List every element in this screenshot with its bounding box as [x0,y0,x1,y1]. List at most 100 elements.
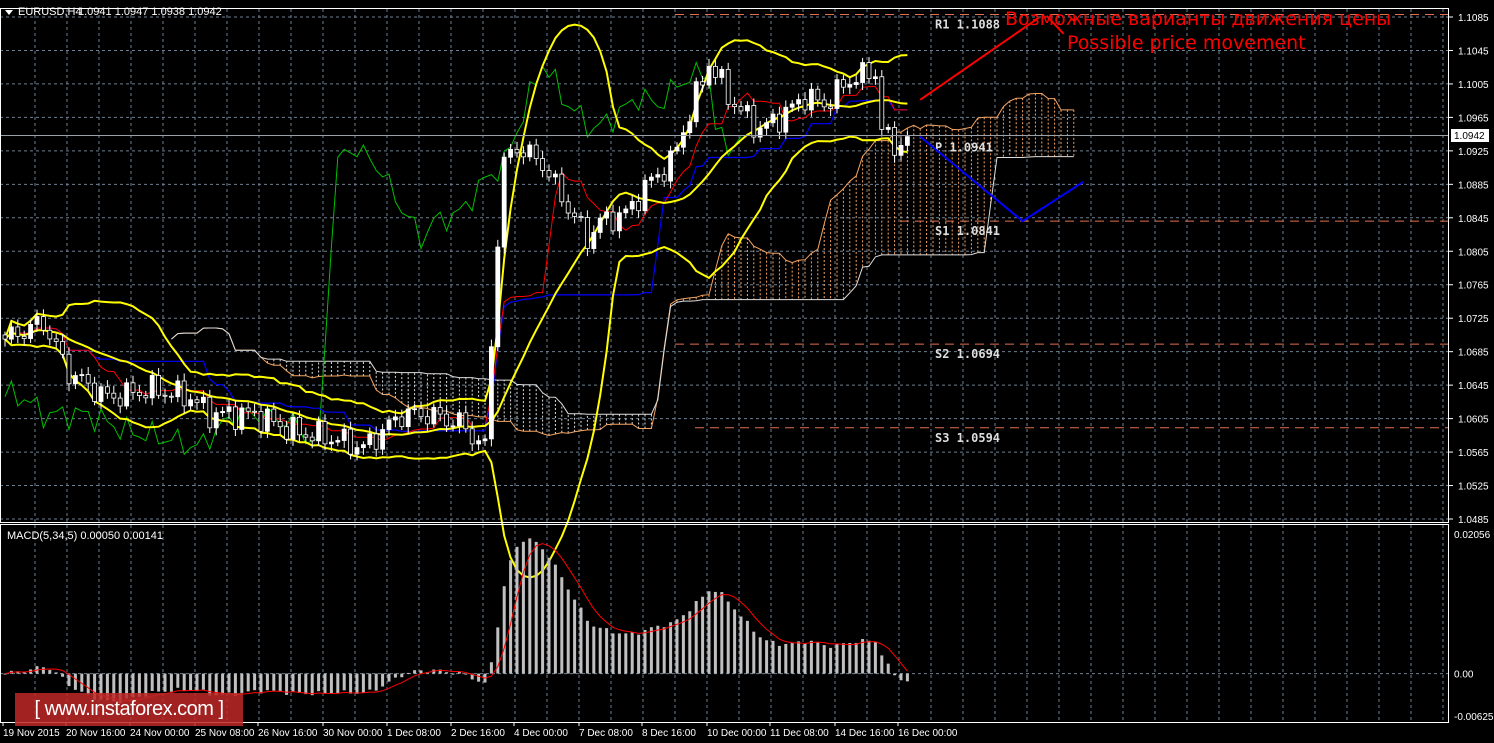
candle-bull [124,382,129,407]
candle-bear [117,397,123,407]
macd-histogram-bar [368,673,372,690]
macd-histogram-bar [790,642,794,674]
macd-histogram-bar [227,673,231,693]
candle-bear [399,416,405,428]
candle-bull [239,407,245,430]
candle-bull [693,81,699,123]
candle-bull [597,217,603,233]
bollinger-upper [4,23,908,415]
macd-histogram-bar [643,630,647,674]
macd-histogram-bar [771,640,775,674]
macd-histogram-bar [688,611,692,674]
candle-bear [92,382,97,402]
macd-histogram-bar [566,589,570,674]
macd-histogram-bar [195,673,199,692]
macd-histogram-bar [829,647,833,674]
pivot-label-s2: S2 1.0694 [935,347,1000,361]
candle-bear [136,391,142,396]
macd-histogram-bar [246,673,250,692]
candle-bear [296,416,302,436]
macd-histogram-bar [201,673,205,690]
macd-histogram-bar [406,672,410,674]
macd-histogram-bar [880,655,884,674]
candle-bear [424,416,430,425]
macd-histogram-bar [521,541,525,674]
macd-histogram-bar [675,619,679,674]
macd-histogram-bar [733,609,737,674]
candle-bull [770,113,776,124]
macd-histogram-bar [393,673,397,678]
macd-histogram-bar [169,673,173,692]
candle-bull [501,156,507,248]
macd-histogram-bar [835,643,839,674]
macd-histogram-bar [816,642,820,674]
macd-histogram-bar [272,673,276,691]
macd-histogram-bar [163,673,167,692]
candle-bull [149,375,155,399]
candle-bull [591,232,597,249]
candle-bear [610,211,616,232]
candle-bear [732,103,737,108]
macd-histogram-bar [157,673,161,692]
macd-histogram-bar [515,546,519,674]
macd-histogram-bar [240,673,244,693]
candle-bear [585,217,590,249]
macd-histogram-bar [189,673,193,691]
macd-histogram-bar [387,673,391,682]
candle-bull [200,396,206,404]
macd-histogram-bar [547,557,551,674]
time-tick-label: 7 Dec 08:00 [579,728,633,739]
candle-bear [111,392,117,399]
macd-histogram-bar [752,631,756,674]
macd-histogram-bar [464,673,468,675]
price-tick-label: 1.0525 [1458,482,1489,493]
candle-bull [706,65,712,86]
price-tick-label: 1.0725 [1458,314,1489,325]
macd-histogram-bar [809,640,813,674]
macd-histogram-bar [374,673,378,691]
candle-bear [284,426,290,440]
candle-bull [885,127,891,130]
main-panel-border [0,8,1449,523]
macd-histogram-bar [765,640,769,674]
macd-histogram-bar [592,626,596,674]
macd-histogram-bar [502,586,506,674]
price-tick-label: 1.1005 [1458,80,1489,91]
macd-histogram-bar [73,673,77,690]
candle-bear [841,79,846,88]
candle-bear [866,62,872,80]
candle-bull [28,323,34,339]
instaforex-watermark[interactable]: [ www.instaforex.com ] [15,693,243,726]
time-tick-label: 10 Dec 00:00 [707,728,767,739]
candle-bear [15,326,21,337]
macd-histogram-bar [509,560,513,674]
macd-histogram-bar [822,645,826,674]
candle-bull [834,79,840,109]
menu-triangle-icon[interactable] [5,10,13,15]
macd-histogram-bar [899,673,903,681]
macd-tick-label: 0.02056 [1454,530,1491,541]
macd-histogram-bar [585,620,589,674]
candle-bear [437,407,443,415]
time-tick-label: 26 Nov 16:00 [258,728,318,739]
chart-canvas[interactable]: R1 1.1088 P 1.0941 S1 1.0841 S2 1.0694 S3 1.… [0,0,1494,743]
pivot-levels: R1 1.1088 P 1.0941 S1 1.0841 S2 1.0694 S3 1.… [675,13,1449,445]
candle-bear [348,428,354,455]
price-tick-label: 1.0965 [1458,113,1489,124]
macd-histogram-bar [176,673,180,688]
candle-bear [85,374,91,384]
candle-bear [821,99,827,108]
bollinger-lower [4,135,908,579]
candle-bear [373,433,379,450]
time-tick-label: 14 Dec 16:00 [835,728,895,739]
candle-bull [655,174,661,178]
macd-histogram-bar [617,633,621,674]
candle-bull [508,148,514,158]
macd-histogram-bar [329,673,333,694]
macd-histogram-bar [605,628,609,674]
candle-bull [847,84,853,88]
macd-histogram-bar [541,549,545,674]
candle-bull [341,428,347,441]
macd-histogram-bar [61,673,65,677]
candle-bear [879,76,885,130]
